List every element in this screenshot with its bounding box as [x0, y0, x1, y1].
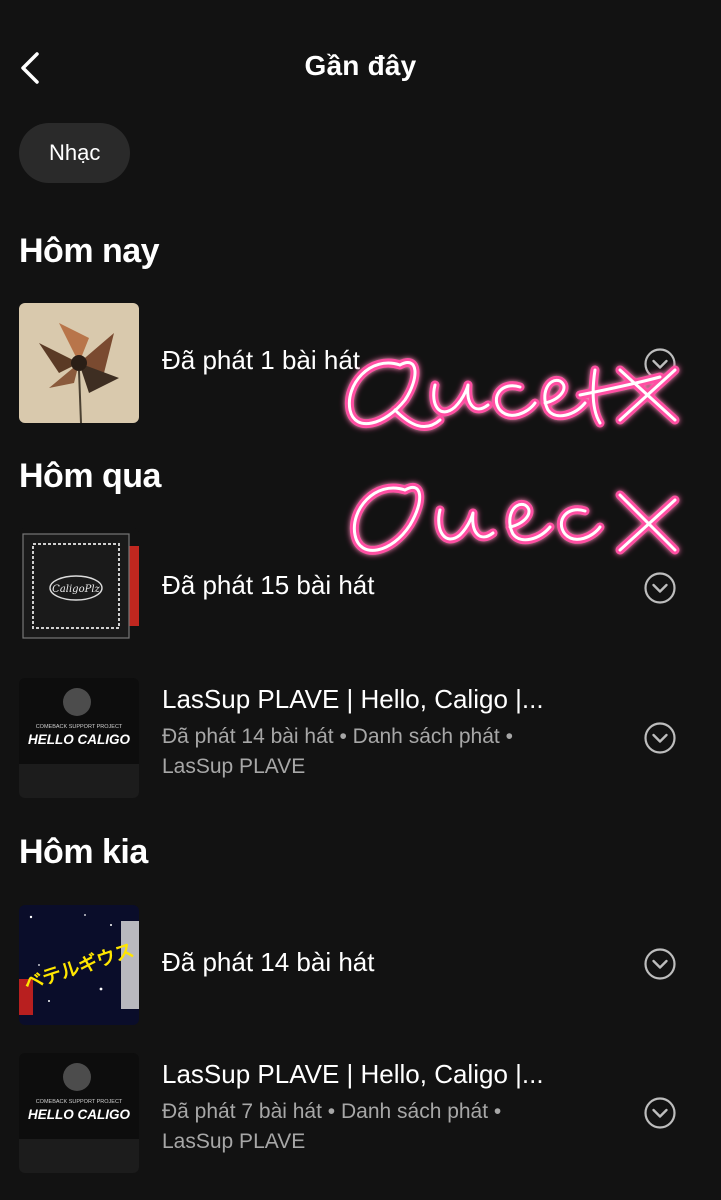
expand-button[interactable] — [643, 347, 677, 381]
section-title-today: Hôm nay — [19, 232, 160, 270]
chevron-down-circle-icon — [644, 722, 676, 754]
item-title: LasSup PLAVE | Hello, Caligo |... — [162, 1059, 544, 1089]
art-small-text: COMEBACK SUPPORT PROJECT — [36, 1099, 123, 1105]
header: Gần đây — [0, 0, 721, 130]
chevron-down-circle-icon — [644, 572, 676, 604]
page-title: Gần đây — [304, 50, 417, 81]
filter-chip-music[interactable]: Nhạc — [19, 123, 131, 183]
album-art: COMEBACK SUPPORT PROJECT HELLO CALIGO — [19, 678, 139, 798]
section-title-yesterday: Hôm qua — [19, 457, 161, 495]
album-art — [19, 303, 139, 423]
album-art: ベテルギウス — [19, 905, 139, 1025]
item-title: Đã phát 15 bài hát — [162, 570, 375, 600]
item-title: Đã phát 1 bài hát — [162, 345, 361, 375]
chevron-down-circle-icon — [644, 348, 676, 380]
item-subtitle: Đã phát 14 bài hát • Danh sách phát • La… — [162, 725, 513, 778]
list-item[interactable]: COMEBACK SUPPORT PROJECT HELLO CALIGO La… — [0, 678, 721, 800]
expand-button[interactable] — [643, 571, 677, 605]
art-small-text: COMEBACK SUPPORT PROJECT — [36, 724, 123, 730]
chevron-down-circle-icon — [644, 948, 676, 980]
list-item[interactable]: ベテルギウス Đã phát 14 bài hát — [0, 905, 721, 1027]
art-text: HELLO CALIGO — [28, 1107, 130, 1122]
chevron-down-circle-icon — [644, 1097, 676, 1129]
item-subtitle: Đã phát 7 bài hát • Danh sách phát • Las… — [162, 1100, 502, 1153]
svg-text:CaligoPlz: CaligoPlz — [52, 584, 100, 595]
list-item[interactable]: CaligoPlz Đã phát 15 bài hát — [0, 528, 721, 650]
item-title: LasSup PLAVE | Hello, Caligo |... — [162, 684, 544, 714]
item-title: Đã phát 14 bài hát — [162, 947, 375, 977]
section-title-day-before: Hôm kia — [19, 833, 148, 871]
art-text: HELLO CALIGO — [28, 732, 130, 747]
album-art: CaligoPlz — [19, 528, 139, 648]
expand-button[interactable] — [643, 721, 677, 755]
album-art: COMEBACK SUPPORT PROJECT HELLO CALIGO — [19, 1053, 139, 1173]
list-item[interactable]: COMEBACK SUPPORT PROJECT HELLO CALIGO La… — [0, 1053, 721, 1175]
expand-button[interactable] — [643, 1096, 677, 1130]
list-item[interactable]: Đã phát 1 bài hát — [0, 303, 721, 425]
expand-button[interactable] — [643, 947, 677, 981]
